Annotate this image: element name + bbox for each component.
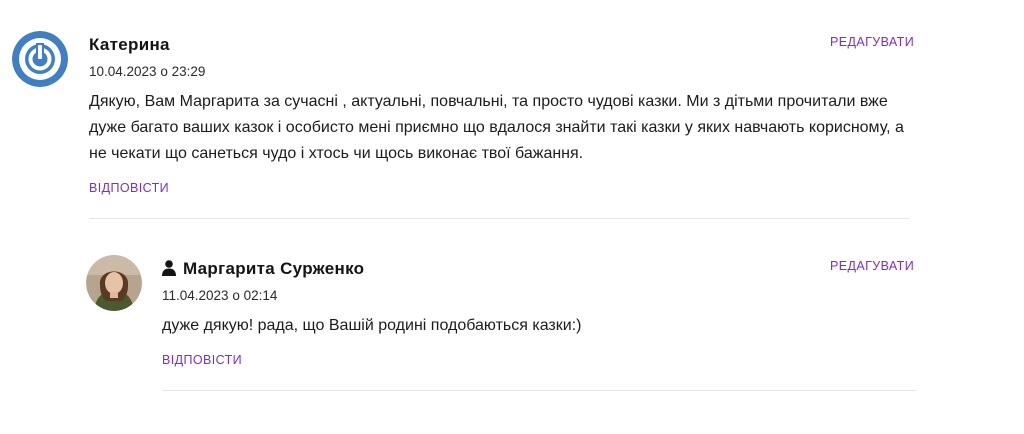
comment-date: 11.04.2023 о 02:14 bbox=[162, 288, 278, 303]
comment-2: Маргарита Сурженко РЕДАГУВАТИ 11.04.2023… bbox=[0, 0, 1024, 434]
comment-text: дуже дякую! рада, що Вашій родині подоба… bbox=[162, 317, 582, 334]
user-icon bbox=[162, 260, 176, 276]
edit-link[interactable]: РЕДАГУВАТИ bbox=[830, 259, 914, 273]
comment-divider bbox=[162, 390, 916, 391]
comment-author: Маргарита Сурженко bbox=[183, 259, 365, 278]
author-photo bbox=[86, 255, 142, 311]
reply-link[interactable]: ВІДПОВІСТИ bbox=[162, 353, 242, 367]
avatar bbox=[86, 255, 142, 311]
